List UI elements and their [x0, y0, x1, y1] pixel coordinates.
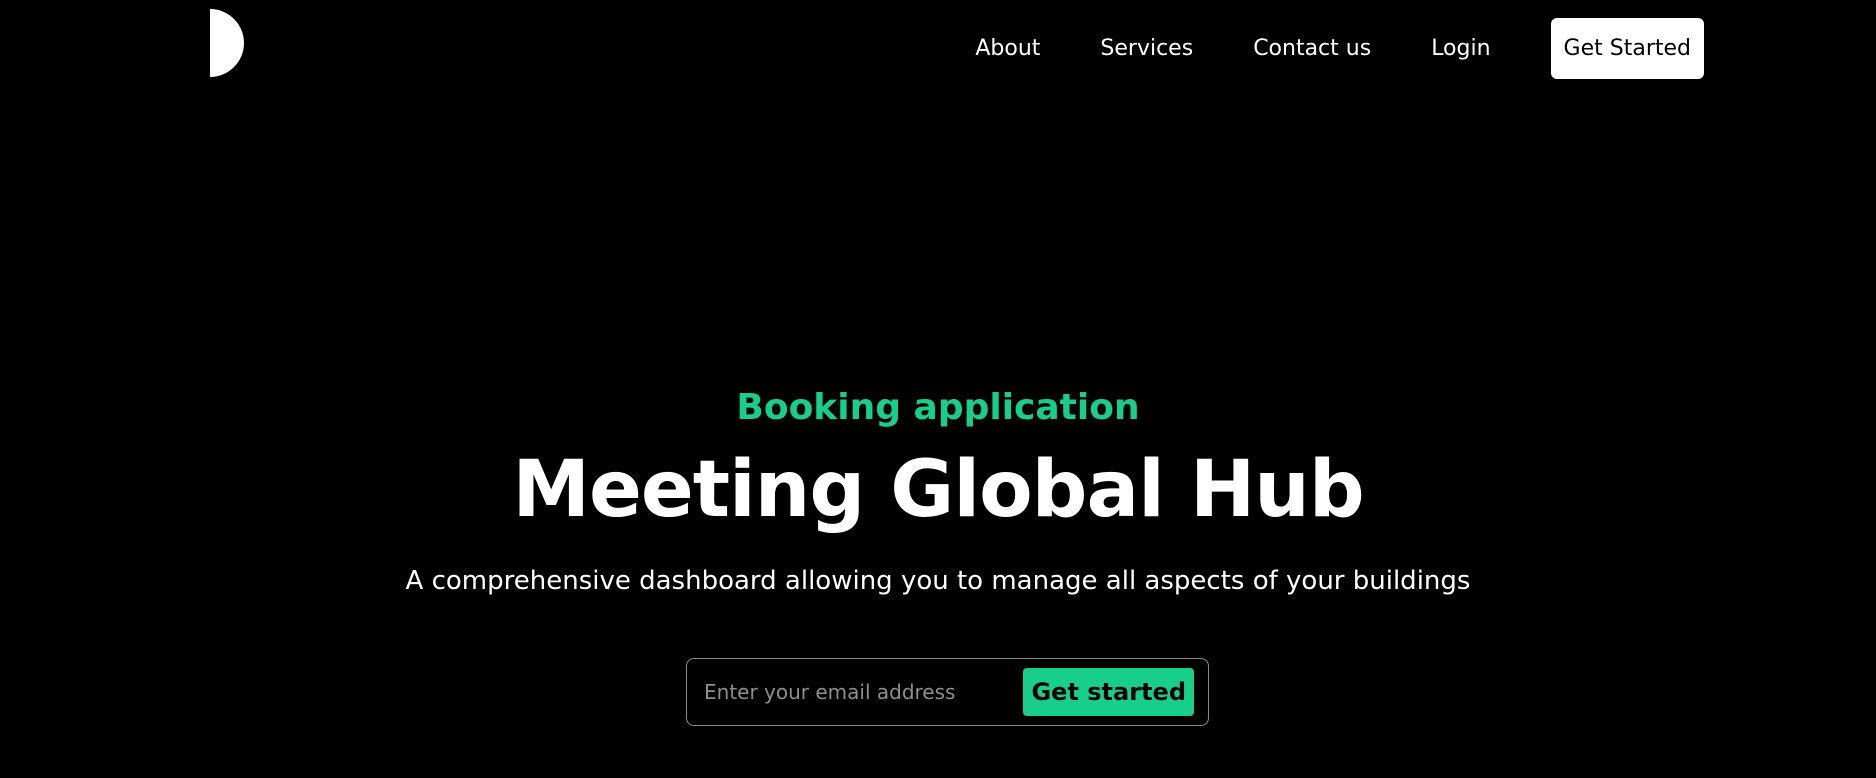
- hero-eyebrow: Booking application: [736, 387, 1140, 428]
- main-nav: About Services Contact us Login Get Star…: [975, 18, 1704, 79]
- page-title: Meeting Global Hub: [512, 445, 1364, 535]
- nav-link-about[interactable]: About: [975, 36, 1040, 61]
- get-started-button[interactable]: Get Started: [1550, 18, 1704, 79]
- email-field[interactable]: [704, 680, 1024, 704]
- nav-link-services[interactable]: Services: [1100, 36, 1193, 61]
- nav-link-login[interactable]: Login: [1431, 36, 1490, 61]
- hero-subtitle: A comprehensive dashboard allowing you t…: [405, 566, 1471, 596]
- landing-page: About Services Contact us Login Get Star…: [0, 0, 1876, 778]
- half-circle-logo-icon[interactable]: [208, 9, 244, 77]
- email-submit-button[interactable]: Get started: [1023, 668, 1194, 716]
- hero-section: Booking application Meeting Global Hub A…: [0, 380, 1876, 600]
- nav-link-contact[interactable]: Contact us: [1253, 36, 1371, 61]
- email-signup-form: Get started: [686, 658, 1209, 726]
